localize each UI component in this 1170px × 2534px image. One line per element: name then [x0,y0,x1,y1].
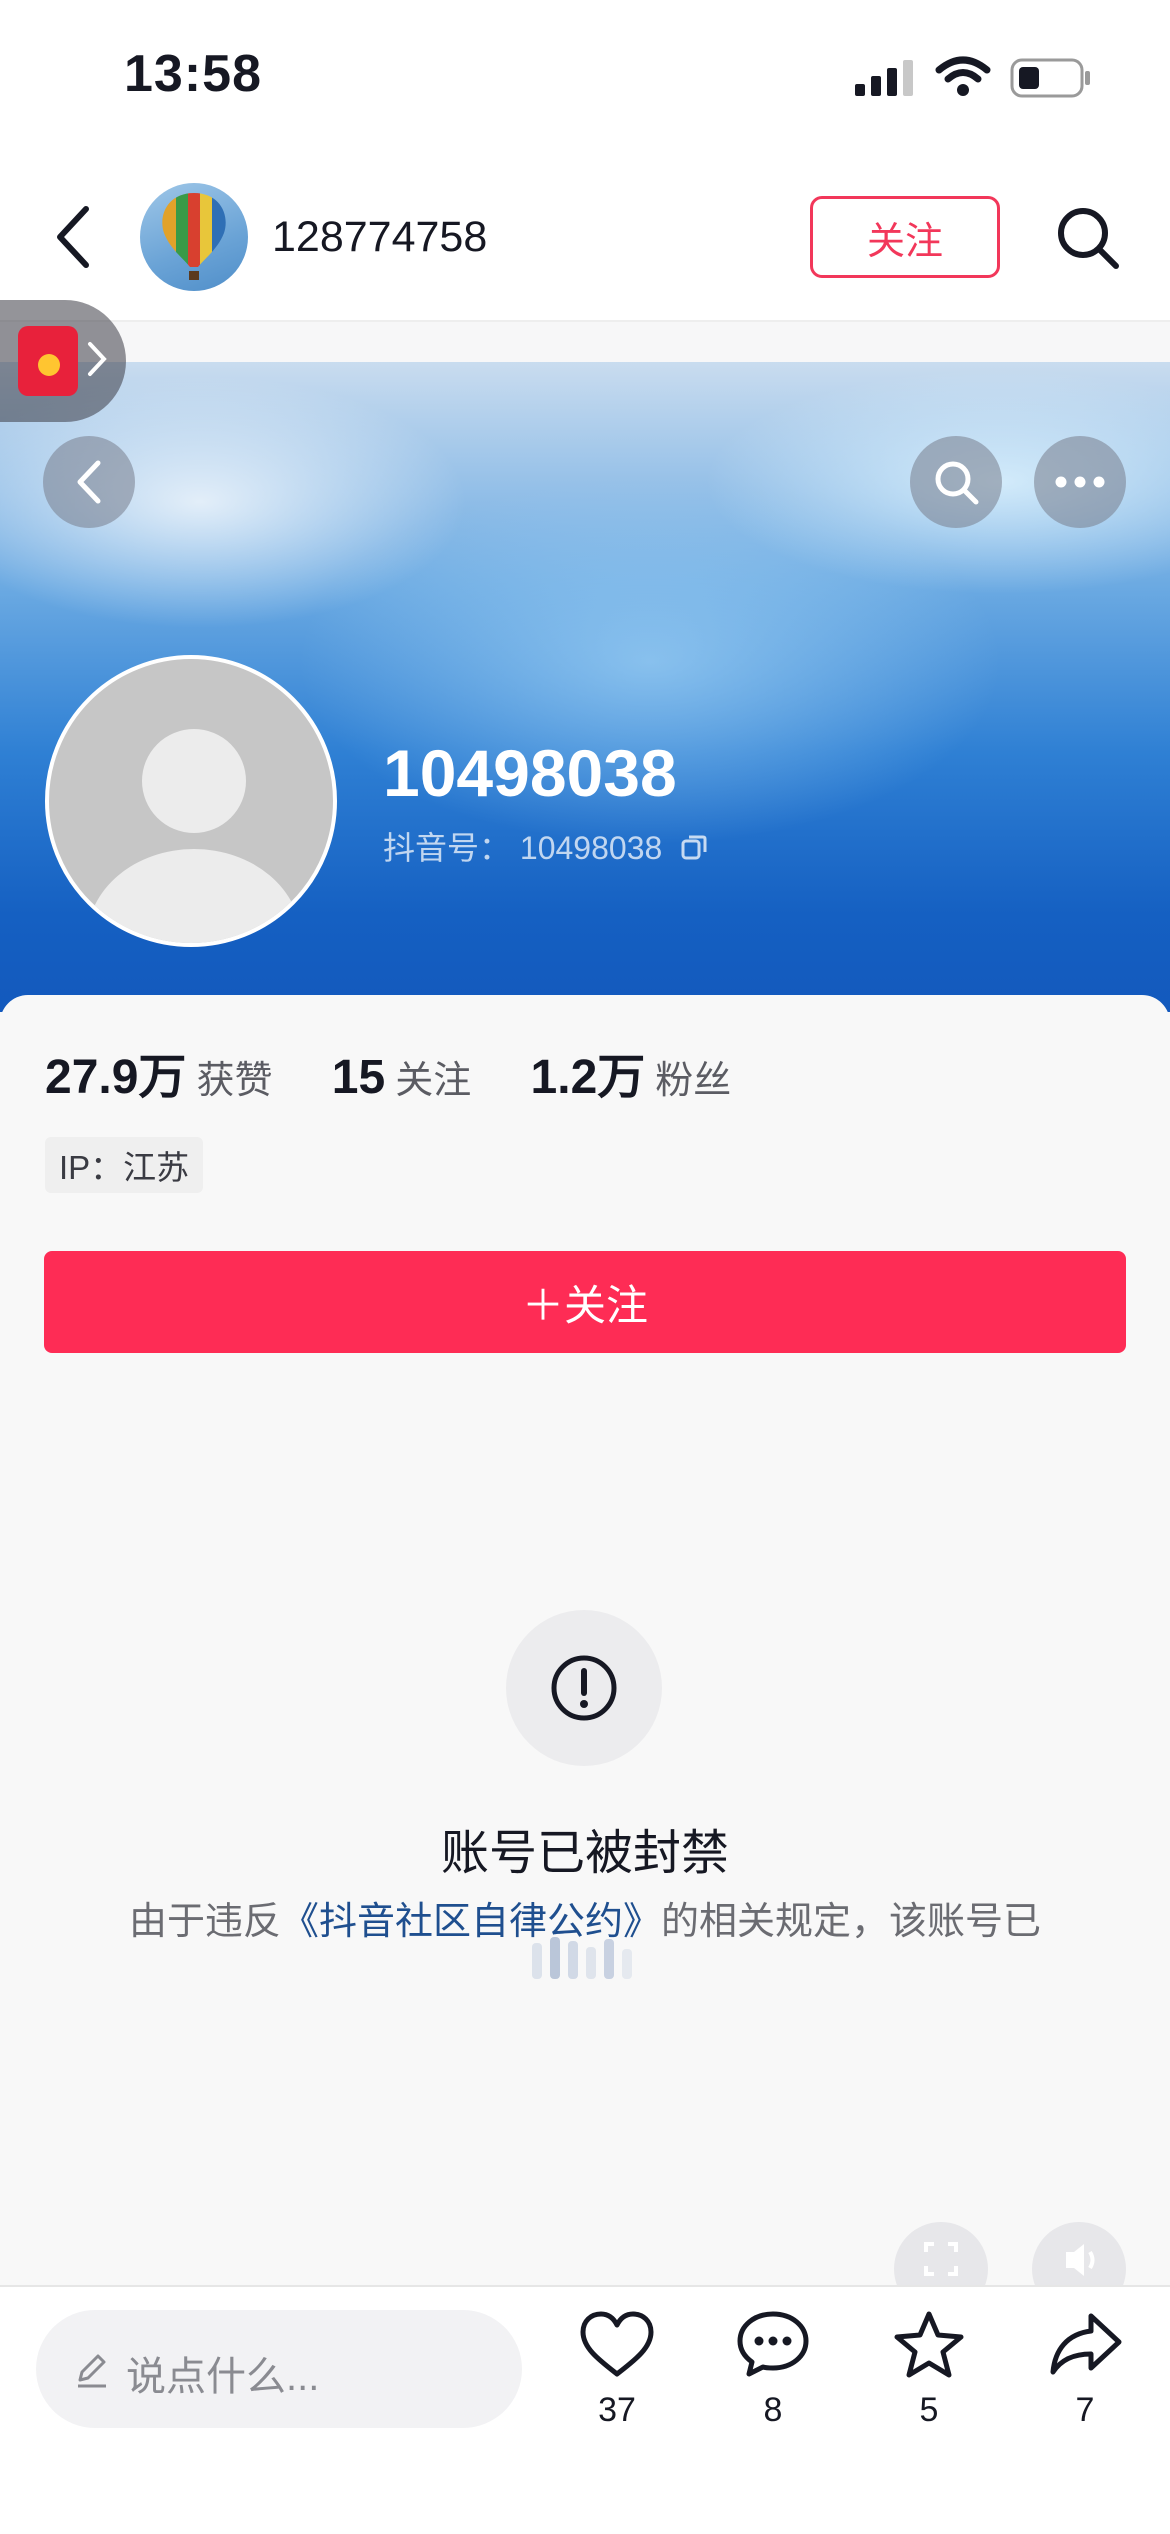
stat-followers[interactable]: 1.2万 粉丝 [531,1051,778,1104]
like-count: 37 [598,2391,636,2429]
profile-stats: 27.9万 获赞 15 关注 1.2万 粉丝 [45,1037,777,1107]
banned-title: 账号已被封禁 [440,1827,729,1880]
banner-back-button[interactable] [43,436,135,528]
red-packet-icon [18,326,78,396]
star-icon [894,2311,964,2378]
stat-likes[interactable]: 27.9万 获赞 [45,1051,318,1104]
header-follow-button[interactable]: 关注 [810,196,1000,278]
ip-location-tag: IP：江苏 [45,1137,204,1193]
status-time: 13:58 [124,45,262,103]
douyin-id: 抖音号： 10498038 [383,823,709,869]
share-icon [1050,2313,1122,2375]
banned-text-prefix: 由于违反 [128,1901,281,1943]
douyin-id-label: 抖音号： [383,830,512,866]
copy-icon[interactable] [679,832,709,862]
comment-placeholder: 说点什么... [126,2355,320,2399]
scan-icon [924,2242,958,2276]
pencil-icon [78,2354,106,2388]
profile-name: 10498038 [383,736,677,810]
chevron-right-icon [88,342,107,376]
more-options-button[interactable] [1034,436,1126,528]
banner-search-button[interactable] [910,436,1002,528]
exclamation-circle-icon [551,1655,617,1721]
cellular-signal-icon [855,60,913,96]
hot-air-balloon-icon [162,193,226,280]
chevron-left-icon [77,460,101,504]
header-avatar[interactable] [140,183,248,291]
default-avatar-head [142,729,246,833]
stat-following[interactable]: 15 关注 [332,1051,517,1104]
more-dots-icon [1055,476,1105,488]
favorite-count: 5 [919,2391,939,2429]
comment-action[interactable]: 8 [713,2310,833,2430]
banned-text-suffix: 的相关规定，该账号已 [661,1901,1042,1943]
header-username: 128774758 [272,213,488,261]
speaker-icon [1066,2244,1095,2276]
comment-count: 8 [763,2391,783,2429]
like-action[interactable]: 37 [557,2310,677,2430]
battery-icon [1010,58,1090,98]
favorite-action[interactable]: 5 [869,2310,989,2430]
share-action[interactable]: 7 [1025,2310,1145,2430]
douyin-id-value: 10498038 [519,830,663,866]
loading-indicator [532,1937,632,1979]
default-avatar-body [87,849,301,943]
profile-avatar[interactable] [45,655,337,947]
heart-icon [580,2311,654,2377]
share-count: 7 [1075,2391,1095,2429]
warning-badge [506,1610,662,1766]
back-arrow-icon[interactable] [52,205,92,269]
search-icon [935,461,979,505]
follow-button[interactable]: ＋关注 [44,1251,1126,1353]
wifi-icon [935,56,991,96]
comment-icon [737,2311,809,2377]
search-icon[interactable] [1055,205,1121,271]
